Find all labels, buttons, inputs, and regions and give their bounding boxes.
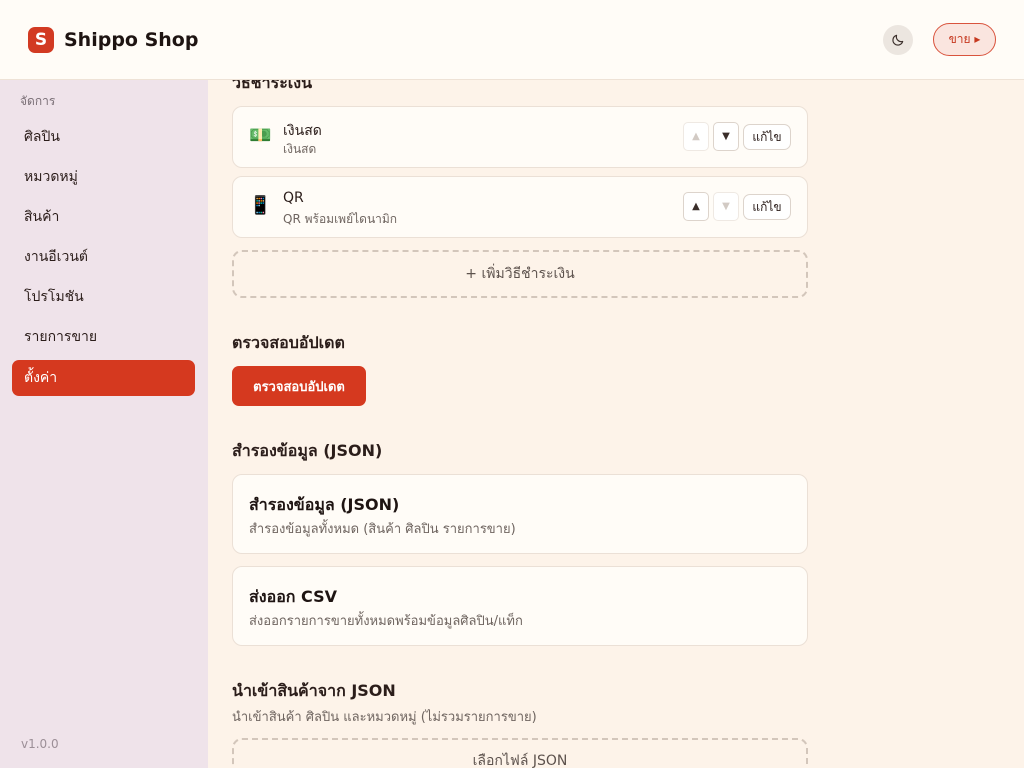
export-csv-desc: ส่งออกรายการขายทั้งหมดพร้อมข้อมูลศิลปิน/… — [249, 614, 523, 629]
move-down-button[interactable]: ▼ — [713, 192, 739, 221]
moon-icon — [892, 34, 904, 46]
move-down-button[interactable]: ▼ — [713, 122, 739, 151]
settings-main: วิธีชำระเงิน 💵 เงินสด เงินสด ▲ ▼ แก้ไข 📱… — [208, 80, 1024, 768]
backup-heading: สำรองข้อมูล (JSON) — [232, 441, 383, 460]
cash-icon: 💵 — [249, 125, 272, 146]
sidebar-item-events[interactable]: งานอีเวนต์ — [12, 239, 195, 275]
app-version: v1.0.0 — [21, 737, 59, 751]
payment-method-desc: เงินสด — [283, 142, 317, 156]
export-csv-card[interactable]: ส่งออก CSV ส่งออกรายการขายทั้งหมดพร้อมข้… — [232, 566, 808, 646]
edit-button[interactable]: แก้ไข — [743, 194, 791, 220]
backup-json-title: สำรองข้อมูล (JSON) — [249, 495, 400, 514]
export-csv-title: ส่งออก CSV — [249, 587, 337, 606]
app-header: S Shippo Shop ขาย ▸ — [0, 0, 1024, 80]
sidebar-item-settings[interactable]: ตั้งค่า — [12, 360, 195, 396]
sidebar: จัดการ ศิลปิน หมวดหมู่ สินค้า งานอีเวนต์… — [0, 80, 208, 768]
sidebar-section-label: จัดการ — [20, 94, 56, 108]
sidebar-item-categories[interactable]: หมวดหมู่ — [12, 159, 195, 195]
choose-json-file-button[interactable]: เลือกไฟล์ JSON — [232, 738, 808, 768]
app-title: Shippo Shop — [64, 29, 199, 51]
sidebar-item-products[interactable]: สินค้า — [12, 199, 195, 235]
backup-json-card[interactable]: สำรองข้อมูล (JSON) สำรองข้อมูลทั้งหมด (ส… — [232, 474, 808, 554]
sidebar-item-artists[interactable]: ศิลปิน — [12, 119, 195, 155]
sell-button[interactable]: ขาย ▸ — [933, 23, 996, 56]
payment-method-name: เงินสด — [283, 123, 322, 139]
backup-json-desc: สำรองข้อมูลทั้งหมด (สินค้า ศิลปิน รายการ… — [249, 522, 516, 537]
edit-button[interactable]: แก้ไข — [743, 124, 791, 150]
phone-icon: 📱 — [249, 195, 272, 216]
move-up-button[interactable]: ▲ — [683, 122, 709, 151]
import-json-heading: นำเข้าสินค้าจาก JSON — [232, 681, 396, 700]
sidebar-item-promotions[interactable]: โปรโมชัน — [12, 279, 195, 315]
payment-method-card: 💵 เงินสด เงินสด ▲ ▼ แก้ไข — [232, 106, 808, 168]
payment-methods-heading: วิธีชำระเงิน — [232, 80, 312, 92]
theme-toggle-button[interactable] — [883, 25, 913, 55]
check-update-button[interactable]: ตรวจสอบอัปเดต — [232, 366, 366, 406]
payment-method-card: 📱 QR QR พร้อมเพย์ไดนามิก ▲ ▼ แก้ไข — [232, 176, 808, 238]
payment-method-desc: QR พร้อมเพย์ไดนามิก — [283, 212, 398, 226]
shop-logo-icon: S — [28, 27, 54, 53]
sidebar-item-sales[interactable]: รายการขาย — [12, 319, 195, 355]
check-update-heading: ตรวจสอบอัปเดต — [232, 333, 345, 352]
payment-method-name: QR — [283, 190, 304, 206]
import-json-subtitle: นำเข้าสินค้า ศิลปิน และหมวดหมู่ (ไม่รวมร… — [232, 710, 537, 725]
add-payment-method-button[interactable]: + เพิ่มวิธีชำระเงิน — [232, 250, 808, 298]
move-up-button[interactable]: ▲ — [683, 192, 709, 221]
